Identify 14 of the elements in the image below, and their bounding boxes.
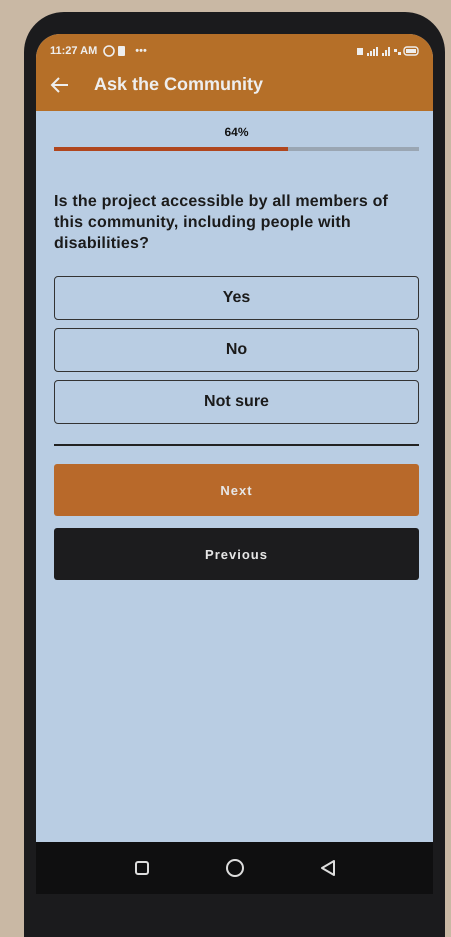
answer-option[interactable]: No xyxy=(54,328,419,372)
answer-option[interactable]: Not sure xyxy=(54,380,419,424)
signal-battery-icons xyxy=(357,45,419,57)
question-text: Is the project accessible by all members of this community, including people with disabilities? xyxy=(54,192,390,254)
answer-option[interactable]: Yes xyxy=(54,276,419,320)
app-title: Ask the Community xyxy=(94,74,264,95)
status-time: 11:27 AM xyxy=(50,45,98,57)
more-notifications: ••• xyxy=(135,45,147,57)
back-icon[interactable] xyxy=(320,859,336,877)
home-icon[interactable] xyxy=(224,858,244,878)
previous-button[interactable]: Previous xyxy=(54,528,419,580)
back-arrow-icon[interactable] xyxy=(50,76,70,94)
progress-percent: 64% xyxy=(223,125,250,139)
recents-icon[interactable] xyxy=(134,860,150,876)
